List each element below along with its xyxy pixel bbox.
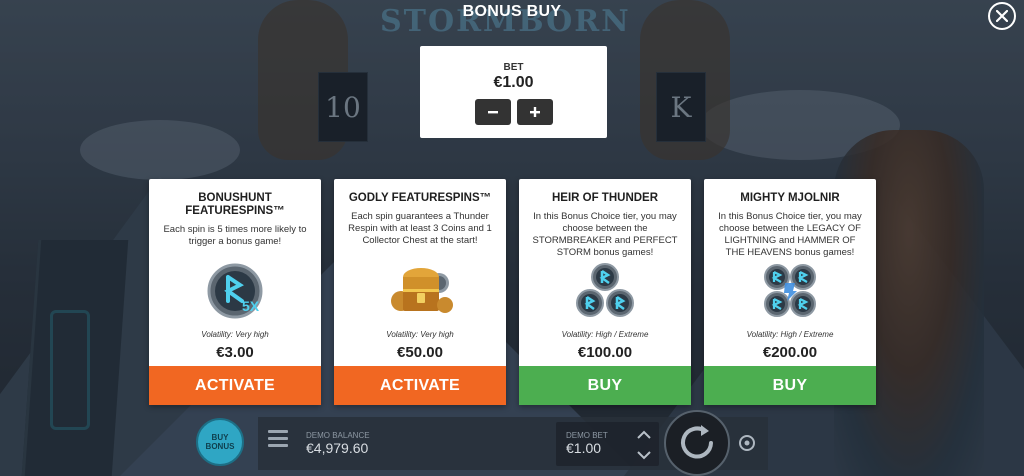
card-description: In this Bonus Choice tier, you may choos… <box>718 211 862 258</box>
minus-icon <box>487 111 498 114</box>
buy-button[interactable]: BUY <box>519 366 691 405</box>
volatility-label: Volatility: Very high <box>201 330 269 339</box>
bonus-card-bonushunt: BONUSHUNT FEATURESPINS™ Each spin is 5 t… <box>149 179 321 405</box>
activate-button[interactable]: ACTIVATE <box>149 366 321 405</box>
spin-icon <box>681 425 713 459</box>
bonus-card-godly: GODLY FEATURESPINS™ Each spin guarantees… <box>334 179 506 405</box>
card-price: €50.00 <box>397 344 443 361</box>
demo-balance-value: €4,979.60 <box>306 440 369 456</box>
volatility-label: Volatility: Very high <box>386 330 454 339</box>
demo-bet-value: €1.00 <box>566 440 602 456</box>
demo-balance-label: DEMO BALANCE <box>306 431 370 440</box>
bet-stepper-arrows-icon[interactable] <box>636 428 652 462</box>
svg-text:5X: 5X <box>242 298 260 314</box>
buy-bonus-button[interactable]: BUY BONUS <box>196 418 244 466</box>
menu-icon[interactable] <box>268 430 288 448</box>
treasure-chest-icon <box>391 268 453 313</box>
plus-icon <box>529 107 540 117</box>
increase-bet-button[interactable] <box>516 99 553 125</box>
card-price: €200.00 <box>762 344 818 361</box>
card-description: Each spin guarantees a Thunder Respin wi… <box>348 211 492 246</box>
three-runes-icon <box>576 263 634 317</box>
card-price: €3.00 <box>216 344 254 361</box>
volatility-label: Volatility: High / Extreme <box>746 330 834 339</box>
card-title: HEIR OF THUNDER <box>551 192 659 204</box>
bonus-options: BONUSHUNT FEATURESPINS™ Each spin is 5 t… <box>149 179 876 405</box>
bonus-buy-title: BONUS BUY <box>462 3 562 20</box>
activate-button[interactable]: ACTIVATE <box>334 366 506 405</box>
card-description: In this Bonus Choice tier, you may choos… <box>532 211 678 258</box>
close-icon <box>996 10 1008 22</box>
close-button[interactable] <box>988 2 1016 30</box>
bonus-card-heir-of-thunder: HEIR OF THUNDER In this Bonus Choice tie… <box>519 179 691 405</box>
spin-button[interactable] <box>664 410 730 476</box>
card-title: GODLY FEATURESPINS™ <box>348 192 492 204</box>
card-title: BONUSHUNT FEATURESPINS™ <box>185 192 285 217</box>
buy-button[interactable]: BUY <box>704 366 876 405</box>
rune-5x-icon: 5X <box>207 263 263 319</box>
bonus-card-mighty-mjolnir: MIGHTY MJOLNIR In this Bonus Choice tier… <box>704 179 876 405</box>
card-title: MIGHTY MJOLNIR <box>740 192 840 204</box>
volatility-label: Volatility: High / Extreme <box>561 330 649 339</box>
card-price: €100.00 <box>577 344 633 361</box>
bet-label: BET <box>503 62 524 73</box>
card-description: Each spin is 5 times more likely to trig… <box>163 224 307 247</box>
decrease-bet-button[interactable] <box>474 99 511 125</box>
autoplay-icon[interactable] <box>738 434 756 452</box>
bet-value: €1.00 <box>493 74 534 91</box>
demo-bet-label: DEMO BET <box>566 431 608 440</box>
four-runes-icon <box>764 264 816 317</box>
bet-panel: BET €1.00 <box>420 46 607 138</box>
